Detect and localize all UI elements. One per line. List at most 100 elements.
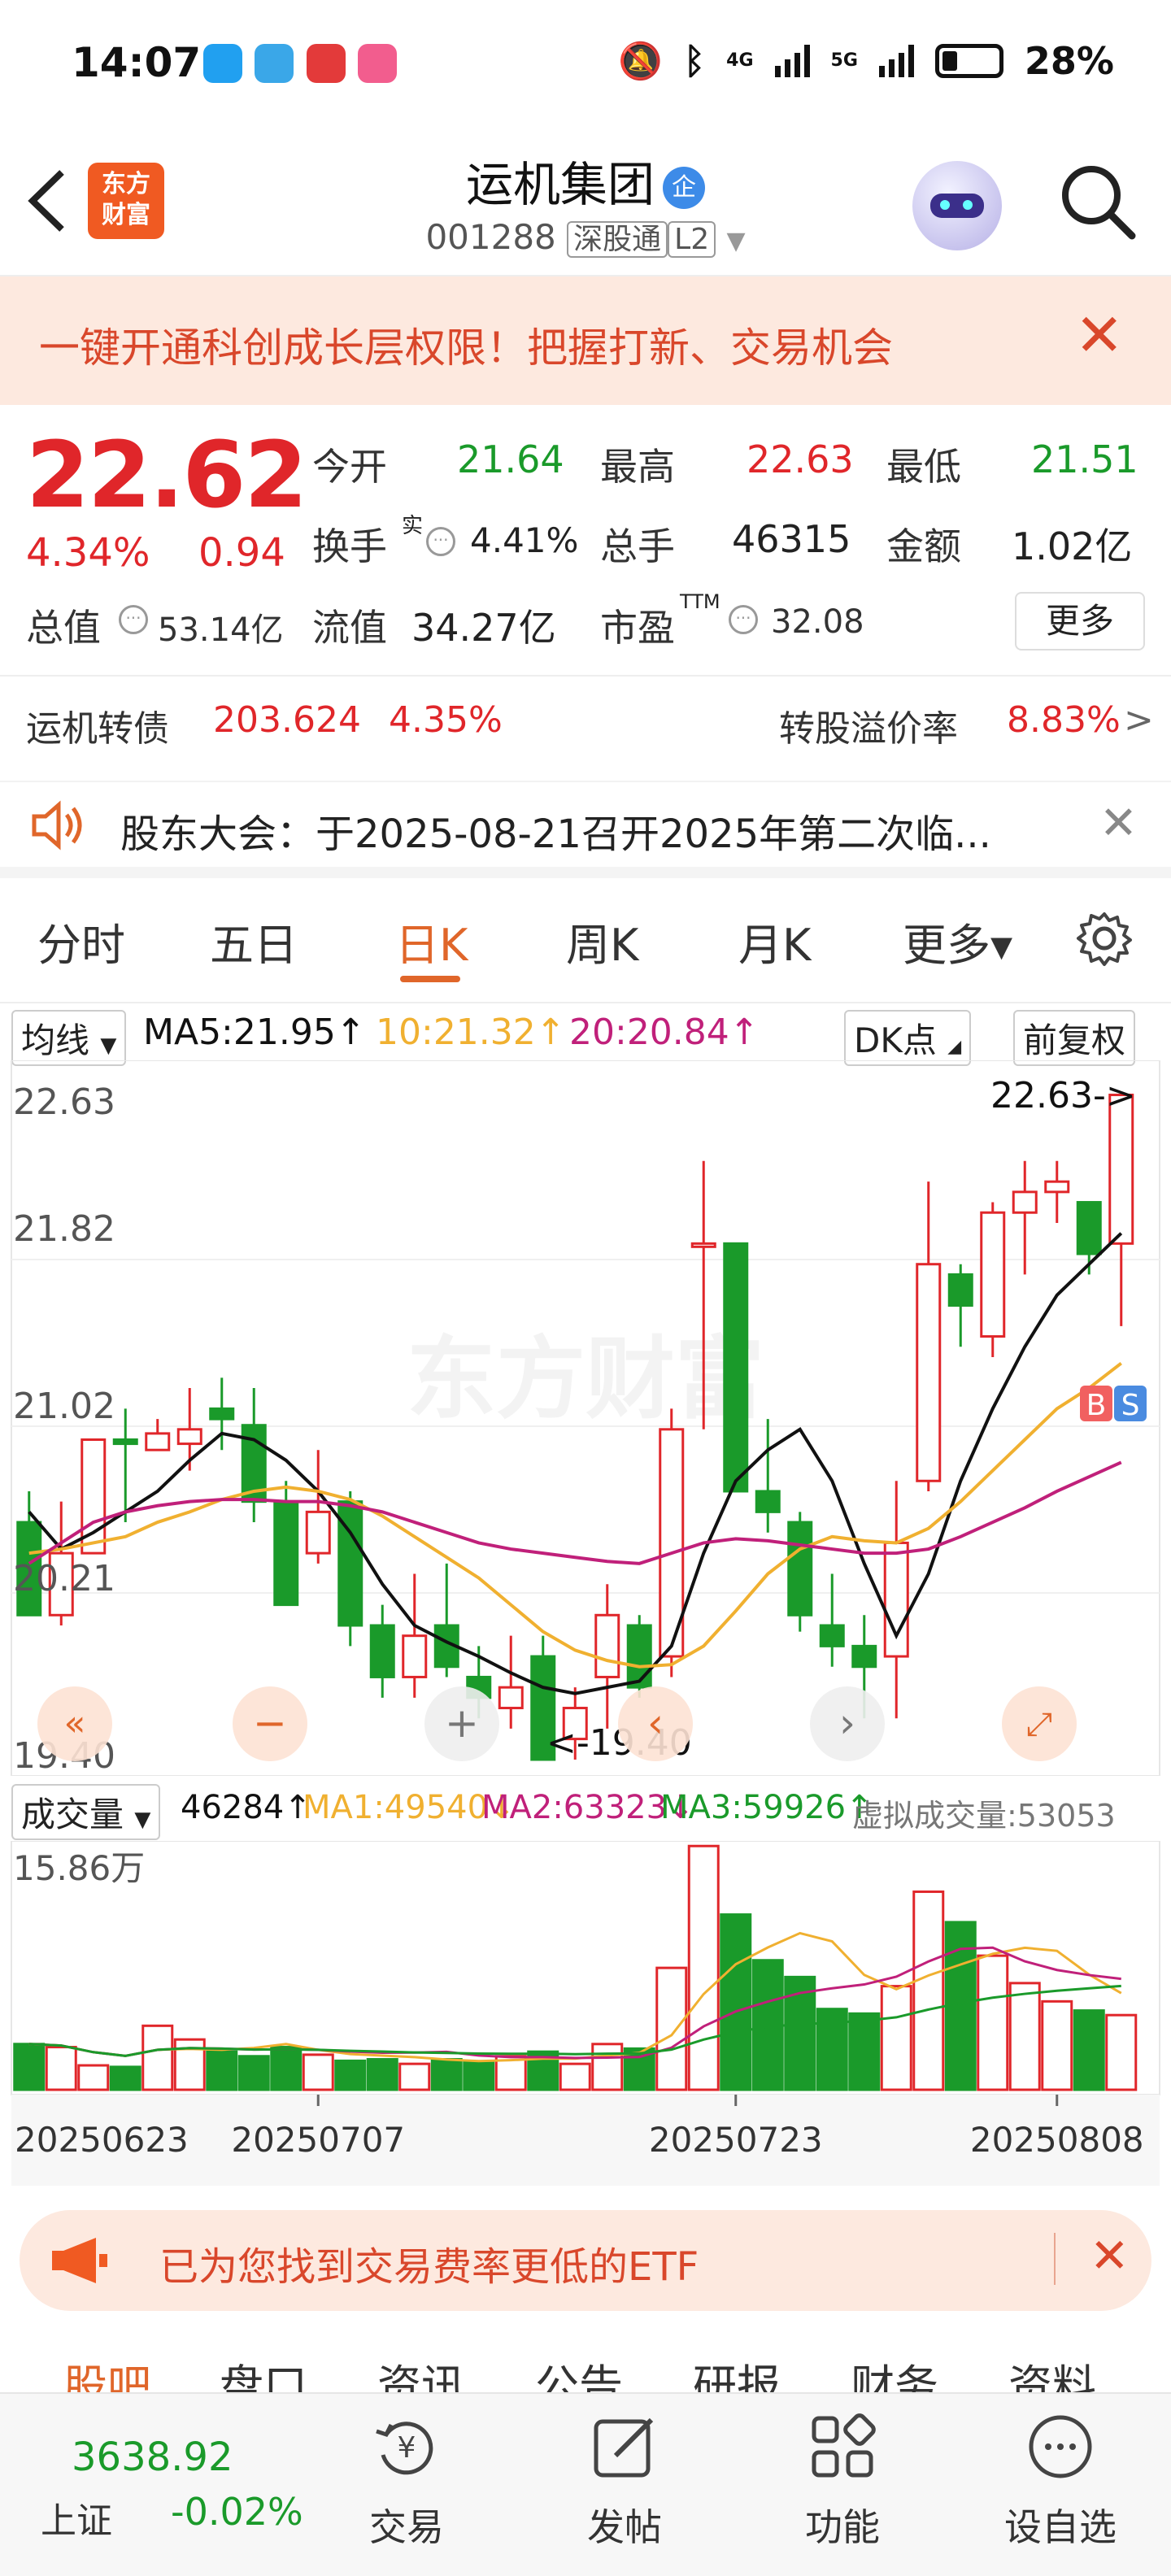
close-icon[interactable]: ✕ bbox=[1099, 797, 1138, 850]
subtab-news[interactable]: 资讯 bbox=[377, 2350, 465, 2392]
volume-chart[interactable]: 15.86万 20250623 20250707 20250723 20250808 bbox=[0, 1841, 1171, 2186]
search-icon[interactable] bbox=[1057, 161, 1138, 246]
volume-value: 46284↑ bbox=[181, 1789, 311, 1826]
tab-more[interactable]: 更多▾ bbox=[903, 909, 1012, 973]
volume-bar bbox=[302, 2053, 334, 2091]
volume-bar bbox=[366, 2058, 398, 2091]
nav-trade-label: 交易 bbox=[369, 2505, 444, 2549]
volume-bar bbox=[141, 2024, 174, 2091]
dropdown-triangle-icon: ▼ bbox=[134, 1808, 151, 1832]
volume-bar bbox=[270, 2046, 303, 2091]
bond-name[interactable]: 运机转债 bbox=[26, 699, 169, 751]
volume-bar bbox=[655, 1966, 688, 2091]
promo-banner[interactable]: 一键开通科创成长层权限！把握打新、交易机会 ✕ bbox=[0, 276, 1171, 405]
premium-label[interactable]: 转股溢价率 bbox=[779, 699, 958, 751]
info-dots-icon[interactable]: ··· bbox=[119, 605, 148, 634]
app-notification-icon bbox=[203, 44, 242, 83]
mktcap-value: 53.14亿 bbox=[158, 611, 284, 649]
y-axis-label-top: 22.63 bbox=[13, 1081, 115, 1123]
more-button[interactable]: 更多 bbox=[1015, 592, 1145, 651]
tab-monthly-k[interactable]: 月K bbox=[738, 909, 811, 973]
ma-selector[interactable]: 均线 ▼ bbox=[11, 1010, 127, 1066]
candle-body bbox=[1108, 1094, 1134, 1245]
y-axis-label: 21.82 bbox=[13, 1208, 115, 1250]
notice-bar[interactable]: 股东大会：于2025-08-21召开2025年第二次临... ✕ bbox=[0, 781, 1171, 878]
candle-body bbox=[145, 1432, 171, 1451]
change-percent: 4.34% bbox=[26, 530, 150, 576]
status-time: 14:07 bbox=[72, 39, 202, 86]
mute-icon: 🔕 bbox=[617, 41, 663, 82]
nav-add-watchlist[interactable]: 设自选 bbox=[987, 2410, 1134, 2552]
tab-intraday[interactable]: 分时 bbox=[37, 909, 125, 973]
battery-level: 28% bbox=[1024, 39, 1114, 83]
divider bbox=[1054, 2233, 1056, 2285]
float-value: 34.27亿 bbox=[411, 606, 556, 650]
tab-five-day[interactable]: 五日 bbox=[210, 909, 298, 973]
enterprise-badge: 企 bbox=[663, 166, 705, 209]
volume-label: 总手 bbox=[600, 524, 675, 568]
network-label: 4G bbox=[726, 50, 754, 71]
level-tag: L2 bbox=[668, 221, 716, 258]
candle-body bbox=[626, 1624, 652, 1689]
dk-point-button[interactable]: DK点 ◢ bbox=[844, 1010, 972, 1066]
candle-body bbox=[883, 1541, 909, 1658]
nav-functions[interactable]: 功能 bbox=[769, 2410, 916, 2552]
kline-chart[interactable]: 东方财富 22.63 21.82 21.02 20.21 19.40 22.63… bbox=[0, 1060, 1171, 1776]
tab-weekly-k[interactable]: 周K bbox=[566, 909, 638, 973]
candle-body bbox=[594, 1613, 620, 1678]
volume-bar bbox=[45, 2046, 77, 2091]
volume-bar bbox=[109, 2065, 141, 2091]
subtab-profile[interactable]: 资料 bbox=[1008, 2350, 1096, 2392]
grid-icon bbox=[812, 2413, 876, 2478]
volume-bar bbox=[912, 1890, 945, 2091]
volume-bar bbox=[1073, 2009, 1105, 2091]
subtab-guba[interactable]: 股吧 bbox=[63, 2350, 151, 2392]
subtab-announcement[interactable]: 公告 bbox=[535, 2350, 623, 2392]
candle-body bbox=[916, 1263, 942, 1482]
subtab-finance[interactable]: 财务 bbox=[851, 2350, 938, 2392]
info-dots-icon[interactable]: ··· bbox=[426, 527, 455, 556]
market-tag: 深股通 bbox=[567, 221, 668, 258]
volume-legend-row: 成交量 ▼ 46284↑ MA1:49540↓ MA2:63323↓ MA3:5… bbox=[0, 1781, 1171, 1840]
subtab-research[interactable]: 研报 bbox=[693, 2350, 781, 2392]
etf-banner[interactable]: 已为您找到交易费率更低的ETF ✕ bbox=[20, 2210, 1151, 2311]
index-value: 3638.92 bbox=[72, 2435, 233, 2480]
tab-daily-k[interactable]: 日K bbox=[395, 909, 468, 973]
pe-value: 32.08 bbox=[771, 603, 864, 641]
index-quote[interactable]: 3638.92 上证 -0.02% bbox=[24, 2410, 303, 2556]
nav-post[interactable]: 发帖 bbox=[551, 2410, 698, 2552]
robot-assistant-icon[interactable] bbox=[912, 161, 1002, 250]
candle-body bbox=[176, 1428, 202, 1446]
info-dots-icon[interactable]: ··· bbox=[729, 605, 758, 634]
adjust-price-button[interactable]: 前复权 bbox=[1013, 1010, 1136, 1066]
speaker-icon bbox=[29, 797, 88, 857]
pe-label: 市盈 bbox=[600, 606, 675, 650]
sub-tab-bar: 股吧 盘口 资讯 公告 研报 财务 资料 bbox=[0, 2334, 1171, 2392]
date-label: 20250723 bbox=[649, 2120, 823, 2160]
candle-body bbox=[305, 1510, 331, 1555]
nav-post-label: 发帖 bbox=[587, 2505, 662, 2549]
settings-gear-icon[interactable] bbox=[1075, 909, 1134, 971]
dropdown-triangle-icon: ▼ bbox=[726, 227, 746, 255]
telegram-icon bbox=[255, 44, 294, 83]
close-icon[interactable]: ✕ bbox=[1090, 2228, 1130, 2283]
ma20-line bbox=[28, 1460, 1122, 1565]
bluetooth-icon: ᛒ bbox=[683, 40, 706, 82]
subtab-pankou[interactable]: 盘口 bbox=[220, 2350, 307, 2392]
volume-bar bbox=[687, 1844, 720, 2091]
close-icon[interactable]: ✕ bbox=[1075, 301, 1124, 369]
float-label: 流值 bbox=[312, 606, 387, 650]
volume-bar bbox=[720, 1913, 752, 2091]
edit-icon bbox=[594, 2417, 654, 2478]
nav-trade[interactable]: ¥ 交易 bbox=[333, 2410, 480, 2552]
chevron-right-icon[interactable]: > bbox=[1124, 699, 1154, 741]
expand-icon: ⤢ bbox=[1026, 1706, 1052, 1743]
volume-selector[interactable]: 成交量 ▼ bbox=[11, 1784, 161, 1840]
volume-bar bbox=[559, 2062, 591, 2091]
buy-marker-label: B bbox=[1086, 1389, 1107, 1422]
volume-bar bbox=[880, 1985, 912, 2091]
candle-body bbox=[755, 1490, 781, 1513]
volume-axis-label: 15.86万 bbox=[13, 1848, 145, 1888]
virtual-volume: 虚拟成交量:53053 bbox=[852, 1798, 1116, 1834]
max-price-marker: 22.63-> bbox=[990, 1075, 1136, 1116]
